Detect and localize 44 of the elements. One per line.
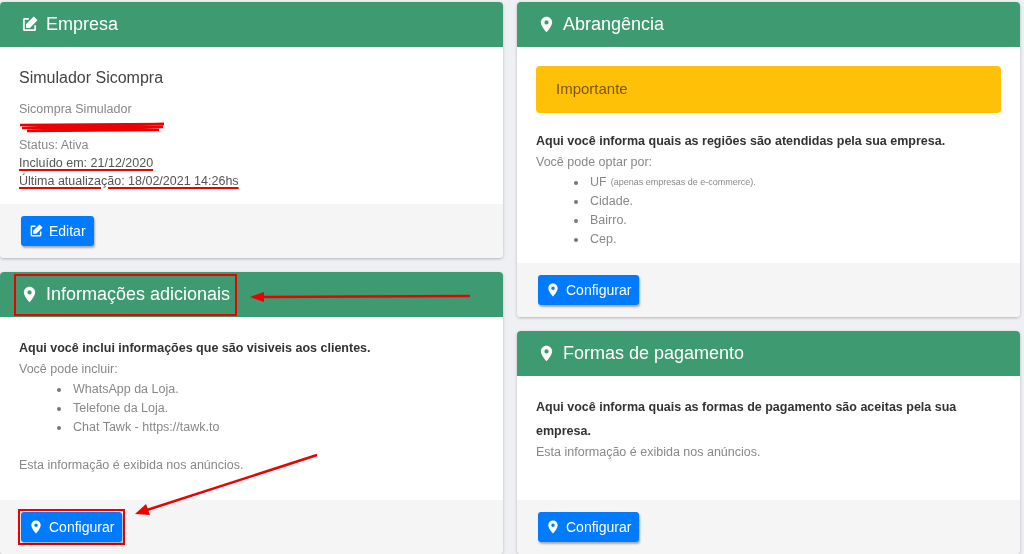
list-item-text: WhatsApp da Loja. [73,381,179,399]
info-text: Status: Ativa [19,137,89,154]
description-text: Aqui você informa quais as formas de pagamento são aceitas pela sua empresa. [536,399,958,440]
list-item-text: Bairro. [590,212,627,230]
list-item-text: UF [590,174,607,192]
description-text: Aqui você informa quais as regiões são atendidas pela sua empresa. [536,133,946,150]
map-pin-icon [546,520,560,534]
card-title: Informações adicionais [14,273,238,316]
info-text: Sicompra Simulador [19,101,132,118]
map-pin-icon [21,286,38,303]
card-title: Abrangência [531,3,672,46]
bullet-icon [574,199,578,204]
configure-button[interactable]: Configurar [538,275,640,305]
configure-button[interactable]: Configurar [21,512,123,542]
card-title: Empresa [14,3,126,46]
edit-icon [21,16,38,33]
bullet-icon [574,218,578,223]
bullet-icon [574,237,578,242]
info-text: Esta informação é exibida nos anúncios. [19,457,244,474]
alert-banner: Importante [536,66,1001,113]
company-name: Simulador Sicompra [19,68,164,88]
struck-text: Incluído em: 21/12/2020 [19,155,154,172]
list-item-text: Telefone da Loja. [73,400,169,418]
info-text: Você pode optar por: [536,154,653,171]
map-pin-icon [538,345,555,362]
struck-text: Última atualização: 18/02/2021 14:26hs [19,172,239,190]
configure-button[interactable]: Editar [21,216,94,246]
list-item-text: Cep. [590,231,617,249]
bullet-icon [57,425,61,430]
list-item-text: Chat Tawk - https://tawk.to [73,419,220,437]
bullet-icon [574,180,578,185]
info-text: Você pode incluir: [19,361,118,378]
list-item-note: (apenas empresas de e-commerce). [610,175,756,189]
info-text: Esta informação é exibida nos anúncios. [536,444,761,461]
bullet-icon [57,406,61,411]
map-pin-icon [538,16,555,33]
configure-button[interactable]: Configurar [538,512,640,542]
bullet-icon [57,387,61,392]
description-text: Aqui você inclui informações que são visiveis aos clientes. [19,340,371,357]
list-item-text: Cidade. [590,193,634,211]
map-pin-icon [546,283,560,297]
edit-icon [29,224,43,238]
map-pin-icon [29,520,43,534]
card-title: Formas de pagamento [531,332,752,375]
